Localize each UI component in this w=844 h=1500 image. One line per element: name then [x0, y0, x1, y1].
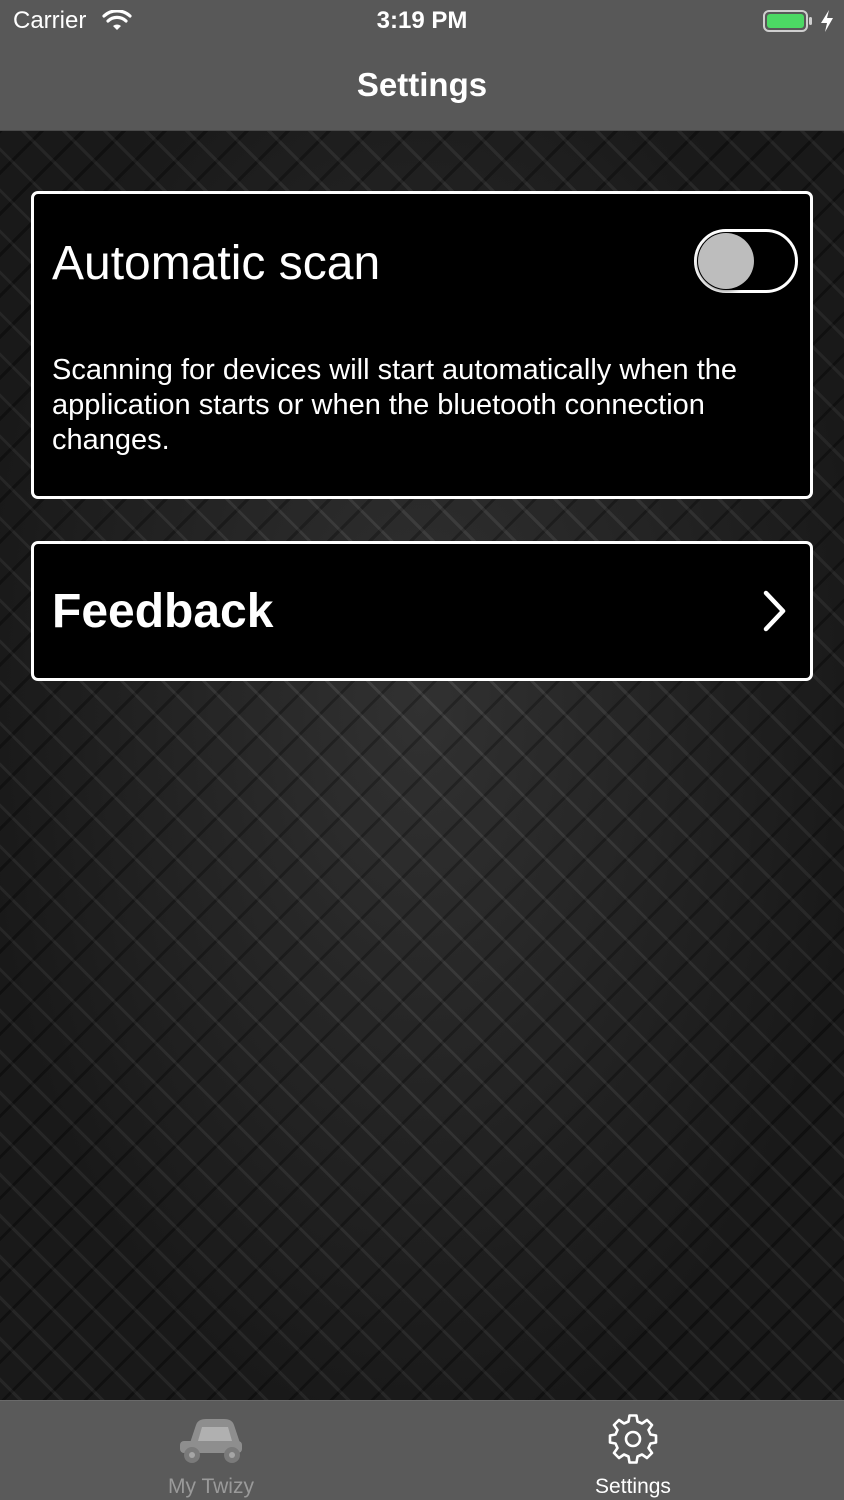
tab-bar: My Twizy Settings	[0, 1400, 844, 1500]
car-icon	[180, 1419, 242, 1463]
navigation-bar: Settings	[0, 42, 844, 131]
tab-label-settings: Settings	[595, 1475, 671, 1498]
status-bar: Carrier 3:19 PM	[0, 0, 844, 42]
charging-bolt-icon	[821, 10, 833, 32]
tab-label-my-twizy: My Twizy	[168, 1475, 254, 1498]
settings-content: Automatic scan Scanning for devices will…	[0, 131, 844, 1400]
automatic-scan-card: Automatic scan Scanning for devices will…	[31, 191, 813, 499]
toggle-knob	[698, 233, 754, 289]
clock: 3:19 PM	[376, 7, 468, 34]
gear-icon	[608, 1414, 658, 1464]
tab-settings[interactable]: Settings	[422, 1401, 844, 1500]
automatic-scan-label: Automatic scan	[52, 237, 381, 290]
chevron-right-icon	[763, 590, 786, 632]
tab-my-twizy[interactable]: My Twizy	[0, 1401, 422, 1500]
feedback-label: Feedback	[52, 585, 274, 638]
page-title: Settings	[356, 66, 488, 103]
automatic-scan-toggle[interactable]	[694, 229, 798, 293]
automatic-scan-description: Scanning for devices will start automati…	[52, 354, 738, 456]
feedback-row[interactable]: Feedback	[31, 541, 813, 681]
battery-icon	[763, 10, 812, 32]
